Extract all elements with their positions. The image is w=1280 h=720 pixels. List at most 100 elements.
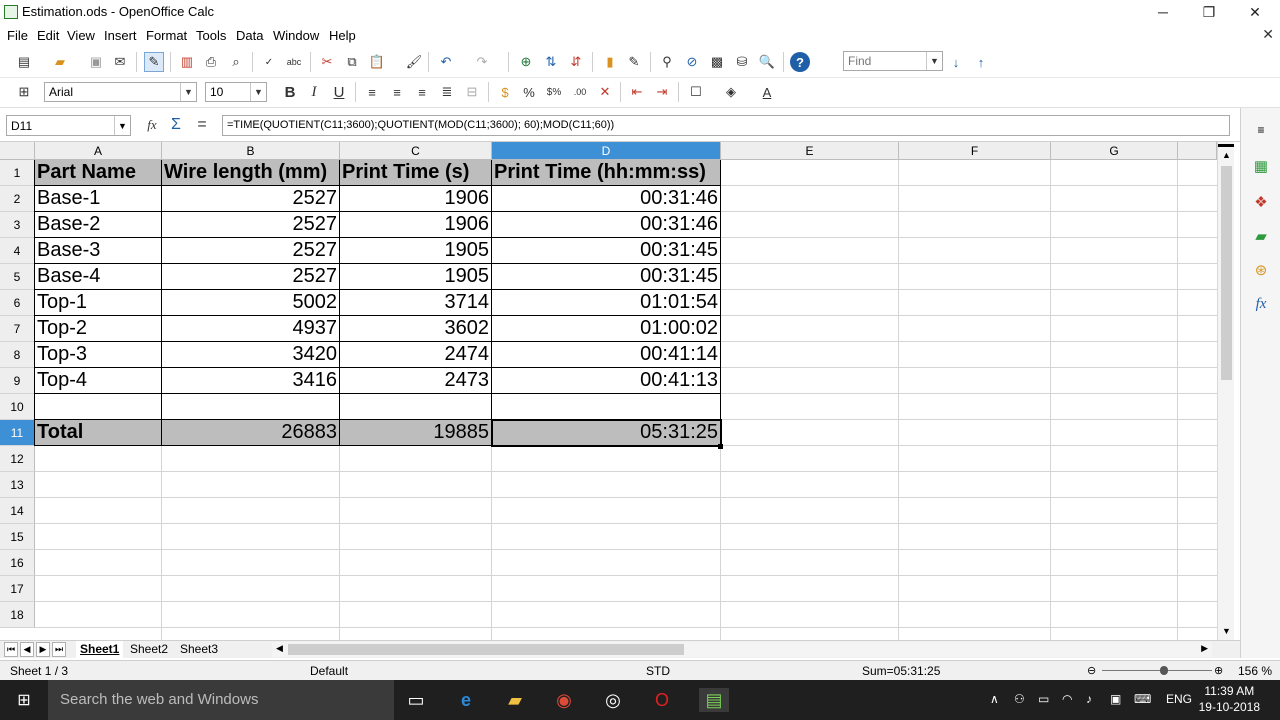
sum-display[interactable]: Sum=05:31:25	[862, 664, 940, 678]
menu-file[interactable]: File	[7, 28, 28, 43]
justify-icon[interactable]: ≣	[437, 82, 457, 102]
row-header[interactable]: 13	[0, 472, 35, 498]
chevron-down-icon[interactable]: ▼	[250, 83, 266, 101]
sheet-tab-sheet2[interactable]: Sheet2	[126, 641, 172, 658]
cell-a7[interactable]: Top-2	[35, 316, 162, 342]
row-header[interactable]: 6	[0, 290, 35, 316]
cell-c5[interactable]: 1905	[340, 264, 492, 290]
find-input[interactable]: Find ▼	[843, 51, 943, 71]
selection-mode[interactable]: STD	[646, 664, 670, 678]
row-header[interactable]: 9	[0, 368, 35, 394]
column-header-c[interactable]: C	[340, 142, 492, 160]
taskbar-clock[interactable]: 11:39 AM 19-10-2018	[1199, 683, 1260, 715]
cell-d10[interactable]	[492, 394, 721, 420]
new-document-icon[interactable]: ▤	[14, 52, 34, 72]
row-header[interactable]: 12	[0, 446, 35, 472]
cell-b9[interactable]: 3416	[162, 368, 340, 394]
close-button[interactable]: ✕	[1232, 0, 1278, 24]
battery-icon[interactable]: ▭	[1038, 692, 1049, 706]
cell-a2[interactable]: Base-1	[35, 186, 162, 212]
cell-a5[interactable]: Base-4	[35, 264, 162, 290]
cell-d7[interactable]: 01:00:02	[492, 316, 721, 342]
row-header[interactable]: 10	[0, 394, 35, 420]
cell-d3[interactable]: 00:31:46	[492, 212, 721, 238]
decrease-indent-icon[interactable]: ⇤	[627, 82, 647, 102]
chevron-down-icon[interactable]: ▼	[114, 116, 130, 135]
spreadsheet-grid[interactable]: A B C D E F G 1 2 3 4 5 6 7 8 9 10 11 12…	[0, 142, 1217, 640]
data-sources-icon[interactable]: ⛁	[732, 52, 752, 72]
cell-b7[interactable]: 4937	[162, 316, 340, 342]
align-left-icon[interactable]: ≡	[362, 82, 382, 102]
column-header-f[interactable]: F	[899, 142, 1051, 160]
row-header[interactable]: 14	[0, 498, 35, 524]
wifi-icon[interactable]: ◠	[1062, 692, 1072, 706]
cell-a11[interactable]: Total	[35, 420, 162, 446]
cell-c11[interactable]: 19885	[340, 420, 492, 446]
add-decimal-icon[interactable]: .00	[570, 82, 590, 102]
column-header-h[interactable]	[1178, 142, 1217, 160]
vertical-scroll-thumb[interactable]	[1221, 166, 1232, 380]
page-style[interactable]: Default	[310, 664, 348, 678]
italic-button[interactable]: I	[304, 82, 324, 102]
navigator-icon[interactable]: ⊘	[682, 52, 702, 72]
chevron-down-icon[interactable]: ▼	[180, 83, 196, 101]
sort-descending-icon[interactable]: ⇵	[566, 52, 586, 72]
zoom-slider[interactable]	[1102, 670, 1212, 671]
vertical-scrollbar[interactable]: ▲ ▼	[1217, 142, 1234, 640]
menu-window[interactable]: Window	[273, 28, 319, 43]
zoom-level[interactable]: 156 %	[1238, 664, 1272, 678]
cell-a10[interactable]	[35, 394, 162, 420]
cell-c8[interactable]: 2474	[340, 342, 492, 368]
sort-ascending-icon[interactable]: ⇅	[541, 52, 561, 72]
cell-d9[interactable]: 00:41:13	[492, 368, 721, 394]
cell-d1[interactable]: Print Time (hh:mm:ss)	[492, 160, 721, 186]
row-header[interactable]: 5	[0, 264, 35, 290]
scroll-down-icon[interactable]: ▼	[1222, 626, 1231, 636]
gallery-icon[interactable]: ▩	[707, 52, 727, 72]
notification-icon[interactable]: ▣	[1110, 692, 1121, 706]
cell-b5[interactable]: 2527	[162, 264, 340, 290]
cell-b8[interactable]: 3420	[162, 342, 340, 368]
chart-icon[interactable]: ▮	[600, 52, 620, 72]
font-color-icon[interactable]: A	[757, 82, 777, 102]
styles-formatting-icon[interactable]: ⊞	[14, 82, 34, 102]
row-header[interactable]: 1	[0, 160, 35, 186]
row-header[interactable]: 17	[0, 576, 35, 602]
print-icon[interactable]: ⎙	[201, 52, 221, 72]
column-header-b[interactable]: B	[162, 142, 340, 160]
volume-icon[interactable]: ♪	[1086, 692, 1092, 706]
row-header[interactable]: 4	[0, 238, 35, 264]
cell-a9[interactable]: Top-4	[35, 368, 162, 394]
close-document-icon[interactable]: ✕	[1262, 26, 1274, 43]
merge-cells-icon[interactable]: ⊟	[462, 82, 482, 102]
sum-button[interactable]: Σ	[166, 115, 186, 135]
standard-format-icon[interactable]: $%	[544, 82, 564, 102]
cell-a3[interactable]: Base-2	[35, 212, 162, 238]
row-header[interactable]: 7	[0, 316, 35, 342]
cell-c10[interactable]	[340, 394, 492, 420]
scroll-left-icon[interactable]: ◀	[276, 643, 283, 654]
help-icon[interactable]: ?	[790, 52, 810, 72]
show-draw-functions-icon[interactable]: ✎	[624, 52, 644, 72]
find-previous-icon[interactable]: ↑	[971, 52, 991, 72]
row-header[interactable]: 18	[0, 602, 35, 628]
opera-icon[interactable]: O	[650, 688, 674, 712]
column-header-d[interactable]: D	[492, 142, 721, 160]
prev-sheet-icon[interactable]: ◀	[20, 642, 34, 657]
cell-d4[interactable]: 00:31:45	[492, 238, 721, 264]
align-right-icon[interactable]: ≡	[412, 82, 432, 102]
cell-a6[interactable]: Top-1	[35, 290, 162, 316]
cell-c6[interactable]: 3714	[340, 290, 492, 316]
row-header-selected[interactable]: 11	[0, 420, 35, 446]
next-sheet-icon[interactable]: ▶	[36, 642, 50, 657]
menu-help[interactable]: Help	[329, 28, 356, 43]
undo-icon[interactable]: ↶	[436, 52, 456, 72]
borders-icon[interactable]: ☐	[686, 82, 706, 102]
underline-button[interactable]: U	[329, 82, 349, 102]
cell-b10[interactable]	[162, 394, 340, 420]
spellcheck-icon[interactable]: ✓	[259, 52, 279, 72]
function-button[interactable]: =	[192, 115, 212, 135]
cell-b1[interactable]: Wire length (mm)	[162, 160, 340, 186]
select-all-corner[interactable]	[0, 142, 35, 160]
file-explorer-icon[interactable]: ▰	[503, 688, 527, 712]
